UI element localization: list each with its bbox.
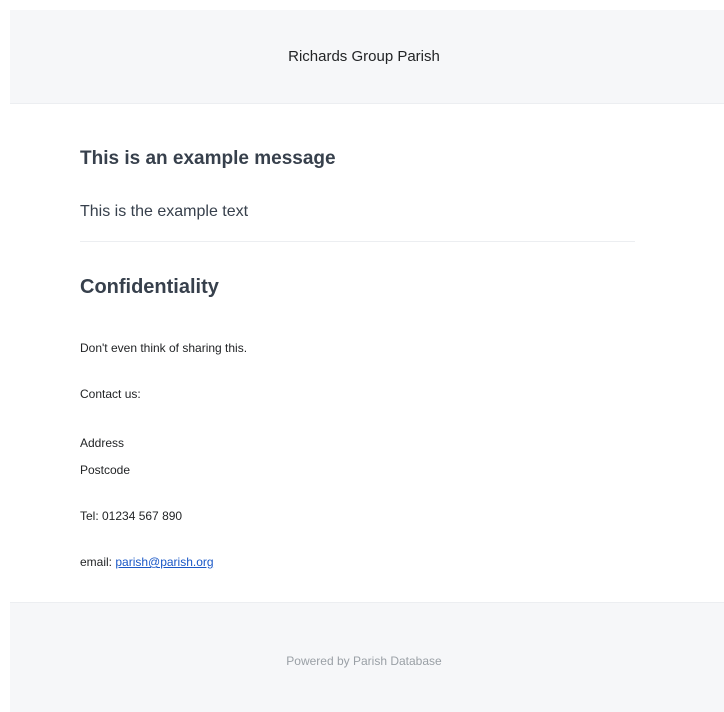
email-footer: Powered by Parish Database — [10, 602, 724, 712]
email-link[interactable]: parish@parish.org — [115, 555, 213, 569]
contact-label: Contact us: — [80, 387, 141, 401]
email-line: email: parish@parish.org — [80, 555, 214, 569]
confidentiality-notice: Don't even think of sharing this. — [80, 341, 248, 355]
email-container: Richards Group Parish This is an example… — [10, 10, 724, 712]
divider — [80, 241, 635, 242]
postcode-line: Postcode — [80, 463, 131, 477]
email-label: email: — [80, 555, 116, 569]
address-line: Address — [80, 436, 125, 450]
confidentiality-title: Confidentiality — [80, 276, 219, 298]
email-header: Richards Group Parish — [10, 10, 724, 104]
message-body: This is the example text — [80, 203, 249, 220]
parish-name: Richards Group Parish — [288, 48, 440, 65]
telephone-line: Tel: 01234 567 890 — [80, 509, 183, 523]
powered-by-text: Powered by Parish Database — [286, 653, 442, 668]
message-title: This is an example message — [80, 148, 336, 169]
